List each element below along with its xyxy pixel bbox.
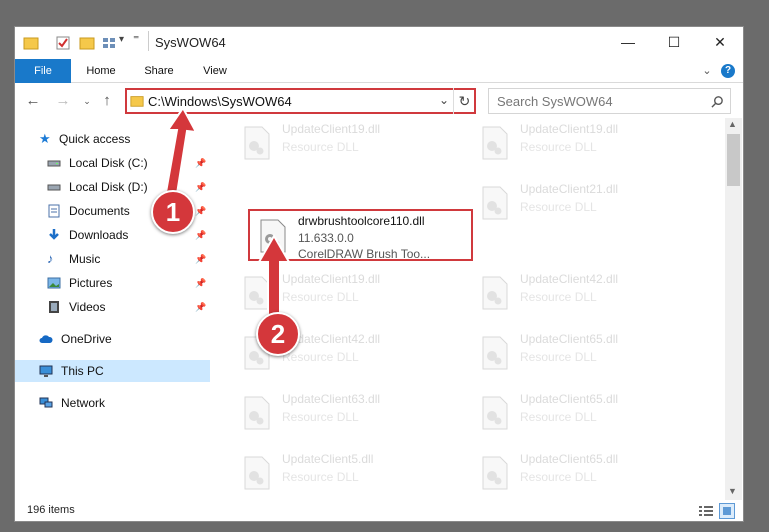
arrow-2 [257, 233, 291, 319]
step-badge-2: 2 [256, 312, 300, 356]
arrow-1 [163, 106, 198, 202]
annotation-arrows [163, 106, 291, 319]
step-badge-1: 1 [151, 190, 195, 234]
